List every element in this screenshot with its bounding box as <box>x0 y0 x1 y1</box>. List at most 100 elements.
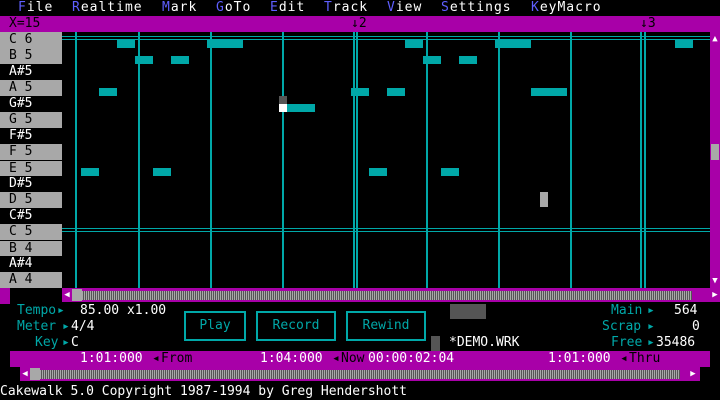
menu-edit[interactable]: Edit <box>270 0 305 16</box>
note-block[interactable] <box>135 56 153 64</box>
menu-realtime[interactable]: Realtime <box>72 0 143 16</box>
key-label[interactable]: C 5 <box>0 224 62 240</box>
horizontal-scrollbar[interactable]: ◀ ▶ <box>62 288 720 302</box>
tempo-label: Tempo <box>17 303 57 318</box>
note-block[interactable] <box>117 40 135 48</box>
record-button[interactable]: Record <box>256 311 336 341</box>
tempo-value[interactable]: 85.00 x1.00 <box>80 303 166 319</box>
beat-line <box>498 32 500 288</box>
meter-label: Meter <box>17 319 57 334</box>
menu-view[interactable]: View <box>387 0 422 16</box>
key-label[interactable]: G 5 <box>0 112 62 128</box>
note-block[interactable] <box>81 168 99 176</box>
scroll-track[interactable] <box>72 291 692 300</box>
copyright-footer: Cakewalk 5.0 Copyright 1987-1994 by Greg… <box>0 384 407 399</box>
now-time-value: 00:00:02:04 <box>368 351 455 366</box>
main-label: Main <box>611 303 643 318</box>
key-label[interactable]: A 5 <box>0 80 62 96</box>
song-scrollbar[interactable]: ◀ ▶ <box>20 367 700 381</box>
measure-marker-2: ↓2 <box>351 16 367 31</box>
scroll-right-icon[interactable]: ▶ <box>710 288 720 302</box>
key-label[interactable]: D#5 <box>0 176 62 192</box>
main-value: 564 <box>674 303 698 318</box>
key-label[interactable]: C 6 <box>0 32 62 48</box>
key-label[interactable]: A#4 <box>0 256 62 272</box>
arrow-icon: ▸ <box>647 303 655 318</box>
note-block[interactable] <box>207 40 243 48</box>
scroll-down-icon[interactable]: ▼ <box>710 276 720 286</box>
menu-file[interactable]: File <box>18 0 53 16</box>
key-label[interactable]: E 5 <box>0 160 62 176</box>
note-block[interactable] <box>369 168 387 176</box>
thru-value[interactable]: 1:01:000 <box>548 351 611 367</box>
time-status-bar: 1:01:000 ◂ From 1:04:000 ◂ Now 00:00:02:… <box>10 351 710 367</box>
piano-keyboard: C 6 B 5 A#5 A 5 G#5 G 5 F#5 F 5 E 5 D#5 … <box>0 32 62 288</box>
arrow-icon: ▸ <box>62 319 70 334</box>
meter-indicator <box>450 304 486 319</box>
now-marker[interactable] <box>540 192 548 207</box>
scroll-track[interactable] <box>30 370 680 379</box>
key-sig-value[interactable]: C <box>71 335 79 351</box>
key-label[interactable]: A 4 <box>0 272 62 288</box>
note-block[interactable] <box>153 168 171 176</box>
note-block[interactable] <box>675 40 693 48</box>
note-block[interactable] <box>531 88 567 96</box>
key-label[interactable]: F 5 <box>0 144 62 160</box>
menu-goto[interactable]: GoTo <box>216 0 251 16</box>
note-block[interactable] <box>99 88 117 96</box>
note-block[interactable] <box>459 56 477 64</box>
filename: *DEMO.WRK <box>449 335 520 350</box>
menu-keymacro[interactable]: KeyMacro <box>531 0 602 16</box>
scroll-right-icon[interactable]: ▶ <box>688 367 698 381</box>
key-label[interactable]: F#5 <box>0 128 62 144</box>
key-label[interactable]: C#5 <box>0 208 62 224</box>
piano-roll-grid[interactable] <box>62 32 710 288</box>
beat-line <box>138 32 140 288</box>
note-block[interactable] <box>495 40 531 48</box>
scroll-left-icon[interactable]: ◀ <box>20 367 30 381</box>
free-value: 35486 <box>656 335 696 350</box>
key-label[interactable]: B 5 <box>0 48 62 64</box>
file-indicator <box>431 336 440 351</box>
from-label: From <box>161 351 193 366</box>
arrow-icon: ▸ <box>57 303 65 318</box>
edit-cursor[interactable] <box>279 104 287 112</box>
vertical-scroll-thumb[interactable] <box>711 144 719 160</box>
key-label[interactable]: D 5 <box>0 192 62 208</box>
arrow-icon: ▸ <box>647 335 655 350</box>
play-button[interactable]: Play <box>184 311 246 341</box>
grid-line <box>62 36 710 37</box>
menu-mark[interactable]: Mark <box>162 0 197 16</box>
note-block[interactable] <box>423 56 441 64</box>
key-label[interactable]: B 4 <box>0 240 62 256</box>
menu-settings[interactable]: Settings <box>441 0 512 16</box>
vertical-scrollbar[interactable]: ▲ ▼ <box>710 32 720 288</box>
grid-line <box>62 231 710 232</box>
measure-line <box>353 32 355 288</box>
scrap-label: Scrap <box>602 319 642 334</box>
note-block[interactable] <box>441 168 459 176</box>
from-value[interactable]: 1:01:000 <box>80 351 143 367</box>
note-block[interactable] <box>171 56 189 64</box>
scrap-value: 0 <box>692 319 700 334</box>
arrow-icon: ▸ <box>62 335 70 350</box>
song-scroll-thumb[interactable] <box>30 368 40 380</box>
key-label[interactable]: A#5 <box>0 64 62 80</box>
note-block[interactable] <box>405 40 423 48</box>
from-arrow-icon: ◂ <box>152 351 160 366</box>
meter-value[interactable]: 4/4 <box>71 319 94 335</box>
note-block[interactable] <box>351 88 369 96</box>
menu-track[interactable]: Track <box>324 0 368 16</box>
zoom-readout: X=15 <box>9 16 41 31</box>
now-value[interactable]: 1:04:000 <box>260 351 323 367</box>
note-block[interactable] <box>387 88 405 96</box>
grid-line <box>62 228 710 229</box>
note-block[interactable] <box>287 104 315 112</box>
scroll-up-icon[interactable]: ▲ <box>710 34 720 44</box>
scroll-left-icon[interactable]: ◀ <box>62 288 72 302</box>
key-label[interactable]: G#5 <box>0 96 62 112</box>
rewind-button[interactable]: Rewind <box>346 311 426 341</box>
panel-border <box>0 288 10 304</box>
measure-ruler[interactable]: X=15 ↓2 ↓3 <box>0 16 720 32</box>
horizontal-scroll-thumb[interactable] <box>72 289 82 301</box>
